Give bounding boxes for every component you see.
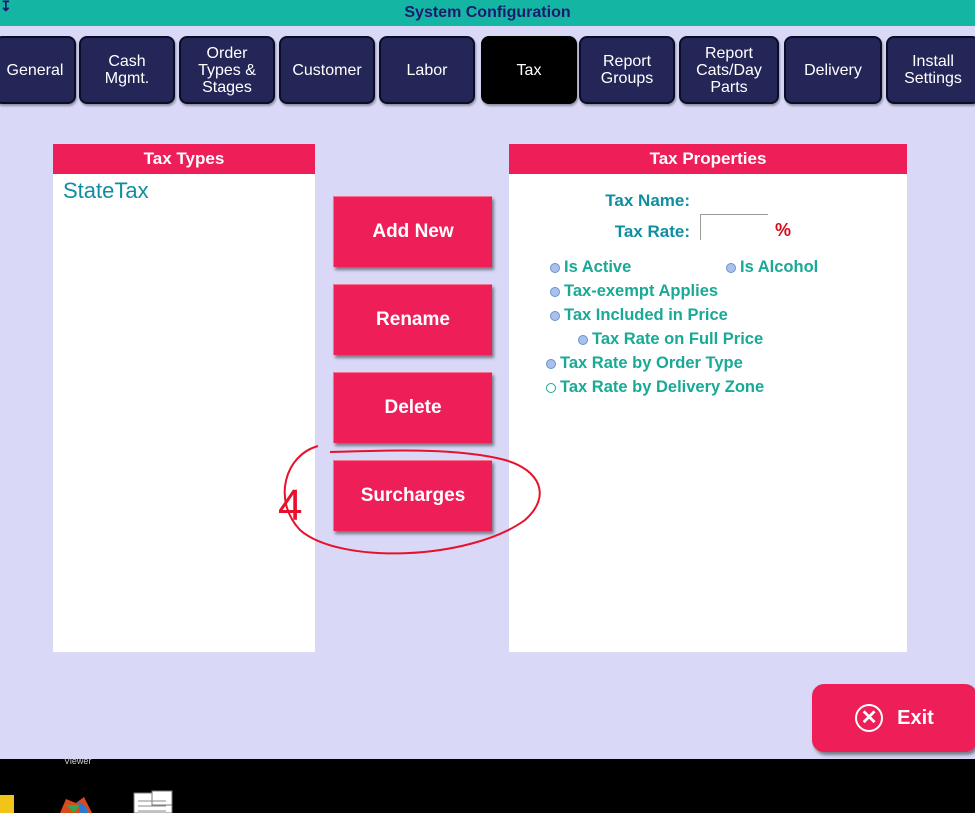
by-delivery-zone-option[interactable]: Tax Rate by Delivery Zone bbox=[546, 378, 764, 397]
title-bar: ↧ System Configuration bbox=[0, 0, 975, 26]
taskbar: Viewer bbox=[0, 756, 975, 813]
tab-bar: General Cash Mgmt. Order Types & Stages … bbox=[0, 36, 975, 108]
document-icon[interactable] bbox=[133, 790, 173, 813]
tax-properties-header: Tax Properties bbox=[509, 144, 907, 174]
tax-rate-input[interactable] bbox=[700, 214, 768, 240]
radio-icon bbox=[550, 262, 560, 273]
tab-general[interactable]: General bbox=[0, 36, 76, 104]
tab-labor[interactable]: Labor bbox=[379, 36, 475, 104]
tab-tax[interactable]: Tax bbox=[481, 36, 577, 104]
surcharges-button[interactable]: Surcharges bbox=[333, 460, 492, 531]
by-order-type-option[interactable]: Tax Rate by Order Type bbox=[546, 354, 743, 373]
exit-label: Exit bbox=[897, 706, 934, 729]
by-order-type-label: Tax Rate by Order Type bbox=[560, 354, 743, 372]
tax-types-header: Tax Types bbox=[53, 144, 315, 174]
window-title: System Configuration bbox=[404, 4, 571, 21]
is-alcohol-option[interactable]: Is Alcohol bbox=[726, 258, 818, 277]
taskbar-icons bbox=[0, 790, 173, 813]
radio-icon bbox=[578, 334, 588, 345]
radio-icon bbox=[546, 382, 556, 393]
tax-included-label: Tax Included in Price bbox=[564, 306, 728, 324]
resize-arrow-icon: ↧ bbox=[0, 0, 12, 14]
tax-type-item[interactable]: StateTax bbox=[63, 178, 149, 204]
radio-icon bbox=[726, 262, 736, 273]
by-delivery-zone-label: Tax Rate by Delivery Zone bbox=[560, 378, 765, 396]
add-new-button[interactable]: Add New bbox=[333, 196, 492, 267]
tax-exempt-option[interactable]: Tax-exempt Applies bbox=[550, 282, 718, 301]
tab-install-settings[interactable]: Install Settings bbox=[886, 36, 975, 104]
tax-rate-label: Tax Rate: bbox=[614, 222, 690, 241]
tab-report-cats-day-parts[interactable]: Report Cats/Day Parts bbox=[679, 36, 779, 104]
tax-name-label: Tax Name: bbox=[605, 191, 690, 210]
tab-order-types-stages[interactable]: Order Types & Stages bbox=[179, 36, 275, 104]
percent-symbol: % bbox=[775, 220, 792, 240]
close-circle-icon: ✕ bbox=[855, 704, 884, 732]
tab-customer[interactable]: Customer bbox=[279, 36, 375, 104]
folder-icon[interactable] bbox=[0, 795, 14, 813]
tax-exempt-label: Tax-exempt Applies bbox=[564, 282, 719, 300]
radio-icon bbox=[550, 310, 560, 321]
exit-button[interactable]: ✕ Exit bbox=[812, 684, 975, 752]
is-alcohol-label: Is Alcohol bbox=[740, 258, 819, 276]
tab-delivery[interactable]: Delivery bbox=[784, 36, 882, 104]
tab-report-groups[interactable]: Report Groups bbox=[579, 36, 675, 104]
tab-cash-mgmt[interactable]: Cash Mgmt. bbox=[79, 36, 175, 104]
tax-types-list[interactable]: StateTax bbox=[53, 174, 315, 652]
is-active-label: Is Active bbox=[564, 258, 632, 276]
rename-button[interactable]: Rename bbox=[333, 284, 492, 355]
tax-included-option[interactable]: Tax Included in Price bbox=[550, 306, 728, 325]
radio-icon bbox=[546, 358, 556, 369]
tax-properties-panel bbox=[509, 174, 907, 652]
app-icon[interactable] bbox=[60, 797, 92, 813]
delete-button[interactable]: Delete bbox=[333, 372, 492, 443]
full-price-option[interactable]: Tax Rate on Full Price bbox=[578, 330, 763, 349]
is-active-option[interactable]: Is Active bbox=[550, 258, 631, 277]
full-price-label: Tax Rate on Full Price bbox=[592, 330, 764, 348]
radio-icon bbox=[550, 286, 560, 297]
